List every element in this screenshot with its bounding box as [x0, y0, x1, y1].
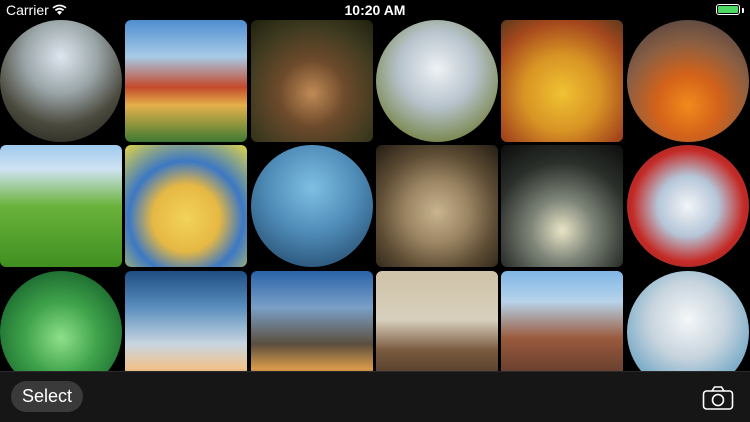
photo-thumbnail-mushroom[interactable] [251, 20, 373, 142]
photo-thumbnail-autumn-leaves[interactable] [501, 20, 623, 142]
photo-thumbnail-fruit-market[interactable] [627, 20, 749, 142]
photo-thumbnail-city-night[interactable] [251, 271, 373, 371]
photo-thumbnail-crowd-plaza[interactable] [0, 20, 122, 142]
photo-thumbnail-carousel[interactable] [125, 20, 247, 142]
status-bar: Carrier 10:20 AM [0, 0, 750, 20]
bottom-toolbar: Select [0, 371, 750, 422]
photo-thumbnail-man-face[interactable] [376, 145, 498, 267]
camera-icon[interactable] [702, 385, 734, 411]
photo-thumbnail-grass-sky[interactable] [627, 271, 749, 371]
photo-thumbnail-girl-hat[interactable] [125, 145, 247, 267]
photo-thumbnail-flowers-sky[interactable] [376, 20, 498, 142]
photo-thumbnail-hong-kong[interactable] [501, 271, 623, 371]
battery-icon [716, 4, 740, 15]
photo-thumbnail-tree[interactable] [0, 271, 122, 371]
select-button[interactable]: Select [11, 381, 84, 412]
photo-thumbnail-old-buildings[interactable] [376, 271, 498, 371]
photo-thumbnail-red-poppies[interactable] [627, 145, 749, 267]
photo-thumbnail-skateboard[interactable] [501, 145, 623, 267]
photo-thumbnail-sheep-field[interactable] [0, 145, 122, 267]
photo-grid [0, 20, 750, 371]
photo-thumbnail-sunset-sea[interactable] [125, 271, 247, 371]
battery-tip [742, 8, 744, 13]
clock: 10:20 AM [344, 2, 406, 18]
photo-thumbnail-balloons[interactable] [251, 145, 373, 267]
